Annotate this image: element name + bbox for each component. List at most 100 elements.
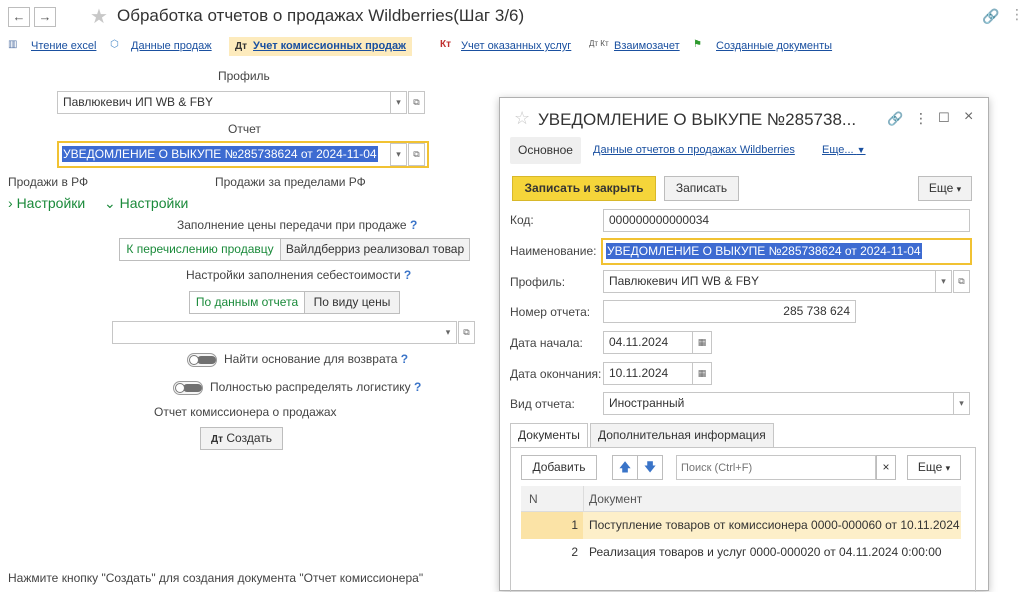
name-field-value: УВЕДОМЛЕНИЕ О ВЫКУПЕ №285738624 от 2024-… [606,243,922,259]
modal-profile-field[interactable]: Павлюкевич ИП WB & FBY [603,270,936,293]
link-icon[interactable]: 🔗 [982,8,999,25]
tab-main[interactable]: Основное [510,137,581,164]
cmd-services[interactable]: Учет оказанных услуг [461,40,571,52]
cmd-commission-sales[interactable]: Дт Учет комиссионных продаж [229,37,412,56]
profile-dropdown[interactable]: ▾ [390,91,407,114]
open-icon: ⧉ [413,97,420,107]
report-type-field[interactable]: Иностранный [603,392,954,415]
chevron-down-icon: ▾ [445,327,451,337]
start-date-calendar[interactable]: ▦ [692,331,712,354]
cost-open-button[interactable]: ⧉ [458,321,475,344]
arrow-right-icon: → [38,9,52,24]
end-date-calendar[interactable]: ▦ [692,362,712,385]
more-actions-button[interactable]: Еще ▾ [918,176,972,201]
settings-expanded-toggle[interactable]: ⌄ Настройки [104,195,188,212]
help-icon[interactable]: ? [401,352,408,366]
debit-credit-icon: Дт Кт [589,39,609,48]
flag-icon: ⚑ [693,39,702,50]
more-menu-icon[interactable]: ⋮ [1010,6,1024,23]
tab-documents[interactable]: Документы [510,423,588,448]
chevron-down-icon: ▾ [396,149,401,159]
chevron-down-icon: ▾ [956,184,962,194]
report-dropdown[interactable]: ▾ [390,143,407,166]
cost-field[interactable] [112,321,455,344]
column-header-document: Документ [589,492,643,506]
close-icon[interactable]: × [964,108,973,126]
cost-dropdown[interactable]: ▾ [440,321,457,344]
more-menu-icon[interactable]: ⋮ [914,110,928,127]
report-field[interactable]: УВЕДОМЛЕНИЕ О ВЫКУПЕ №285738624 от 2024-… [57,141,429,168]
table-more-button[interactable]: Еще ▾ [907,455,961,480]
help-icon[interactable]: ? [414,380,421,394]
favorite-star-icon[interactable]: ★ [90,4,108,29]
tab-more-label: Еще... [822,144,854,156]
price-option-wildberries[interactable]: Вайлдберриз реализовал товар [280,238,470,261]
cost-option-price-type[interactable]: По виду цены [304,291,400,314]
chevron-right-icon: › [8,195,13,211]
row-number: 1 [521,512,583,539]
row-document: Реализация товаров и услуг 0000-000020 о… [589,545,942,559]
table-row[interactable]: 1 Поступление товаров от комиссионера 00… [521,512,961,539]
price-option-seller[interactable]: К перечислению продавцу [119,238,281,261]
save-button[interactable]: Записать [664,176,739,201]
search-input[interactable] [676,455,876,480]
name-field[interactable]: УВЕДОМЛЕНИЕ О ВЫКУПЕ №285738624 от 2024-… [601,238,972,265]
row-number: 2 [571,545,578,559]
code-field[interactable]: 000000000000034 [603,209,970,232]
link-icon[interactable]: 🔗 [887,111,903,127]
find-return-row: Найти основание для возврата ? [224,352,408,366]
save-and-close-button[interactable]: Записать и закрыть [512,176,656,201]
modal-profile-dropdown[interactable]: ▾ [935,270,952,293]
clear-search-button[interactable]: × [876,455,896,480]
add-button[interactable]: Добавить [521,455,597,480]
end-date-field[interactable]: 10.11.2024 [603,362,693,385]
distribute-logistics-toggle[interactable] [173,381,203,395]
create-button[interactable]: Дт Создать [200,427,283,450]
move-up-button[interactable]: 🡅 [612,455,638,480]
favorite-star-icon[interactable]: ☆ [514,108,530,129]
tab-additional-info[interactable]: Дополнительная информация [590,423,774,448]
report-number-field[interactable]: 285 738 624 [603,300,856,323]
table-more-label: Еще [917,460,943,474]
find-return-toggle[interactable] [187,353,217,367]
report-type-label: Вид отчета: [510,397,575,411]
chevron-down-icon: ▾ [945,463,951,473]
settings-expanded-label: Настройки [119,195,189,211]
cmd-created-docs[interactable]: Созданные документы [716,40,832,52]
cmd-read-excel[interactable]: Чтение excel [31,40,96,52]
document-window: ☆ УВЕДОМЛЕНИЕ О ВЫКУПЕ №285738... 🔗 ⋮ ☐ … [499,97,989,592]
forward-button[interactable]: → [34,7,56,27]
cmd-sales-data[interactable]: Данные продаж [131,40,212,52]
cost-option-report[interactable]: По данным отчета [189,291,305,314]
profile-field[interactable]: Павлюкевич ИП WB & FBY [57,91,391,114]
help-icon[interactable]: ? [410,218,417,232]
tab-more[interactable]: Еще... ▼ [822,144,866,156]
chevron-down-icon: ▾ [396,97,401,107]
report-open-button[interactable]: ⧉ [408,143,425,166]
maximize-icon[interactable]: ☐ [938,110,950,126]
debit-icon: Дт [235,41,248,52]
profile-open-button[interactable]: ⧉ [408,91,425,114]
name-label: Наименование: [510,244,597,258]
start-date-field[interactable]: 04.11.2024 [603,331,693,354]
table-row[interactable]: 2 Реализация товаров и услуг 0000-000020… [521,539,961,566]
table-header: N Документ [521,486,961,512]
cmd-offset[interactable]: Взаимозачет [614,40,680,52]
help-icon[interactable]: ? [404,268,411,282]
back-button[interactable]: ← [8,7,30,27]
modal-profile-open-button[interactable]: ⧉ [953,270,970,293]
calendar-icon: ▦ [697,368,707,378]
move-down-button[interactable]: 🡇 [637,455,663,480]
chevron-down-icon: ⌄ [104,195,116,211]
settings-collapsed-toggle[interactable]: › Настройки [8,195,85,211]
tab-reports-data[interactable]: Данные отчетов о продажах Wildberries [593,144,795,156]
hint-text: Нажмите кнопку "Создать" для создания до… [8,571,424,585]
report-type-dropdown[interactable]: ▾ [953,392,970,415]
start-date-label: Дата начала: [510,336,583,350]
commissioner-report-label: Отчет комиссионера о продажах [154,405,337,419]
open-icon: ⧉ [463,327,470,337]
distribute-logistics-label: Полностью распределять логистику [210,380,411,394]
price-fill-row: Заполнение цены передачи при продаже ? [177,218,417,232]
modal-title: УВЕДОМЛЕНИЕ О ВЫКУПЕ №285738... [538,110,857,129]
chevron-down-icon: ▾ [959,398,964,408]
